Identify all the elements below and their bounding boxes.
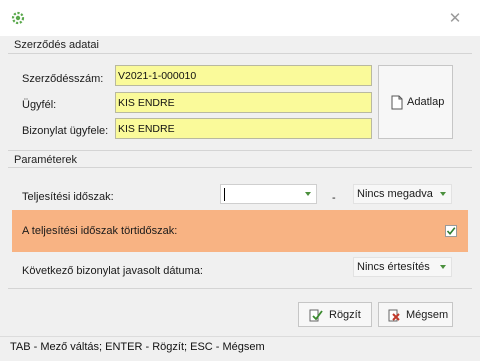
document-icon (391, 95, 403, 110)
contract-number-field[interactable]: V2021-1-000010 (115, 65, 372, 86)
close-icon[interactable]: ✕ (444, 8, 466, 30)
partial-period-label: A teljesítési időszak törtidőszak: (22, 225, 178, 237)
cancel-button-label: Mégsem (406, 309, 449, 321)
client-label: Ügyfél: (22, 99, 57, 111)
period-type-combo[interactable]: Nincs megadva (353, 184, 452, 204)
text-cursor (224, 188, 225, 201)
title-bar: ✕ (0, 0, 480, 36)
save-button[interactable]: Rögzít (298, 302, 372, 327)
status-bar: TAB - Mező váltás; ENTER - Rögzít; ESC -… (0, 336, 480, 361)
cancel-button[interactable]: Mégsem (378, 302, 453, 327)
datasheet-button-label: Adatlap (407, 96, 445, 108)
status-bar-text: TAB - Mező váltás; ENTER - Rögzít; ESC -… (10, 341, 265, 353)
contract-section-header: Szerződés adatai (8, 36, 472, 54)
chevron-down-icon (440, 192, 446, 196)
parameters-section-header: Paraméterek (8, 150, 472, 168)
chevron-down-icon (440, 265, 446, 269)
period-combo[interactable] (220, 184, 317, 204)
save-check-icon (309, 309, 323, 322)
document-client-label: Bizonylat ügyfele: (22, 125, 109, 137)
next-date-combo[interactable]: Nincs értesítés (353, 257, 452, 277)
next-date-value: Nincs értesítés (357, 261, 430, 273)
period-type-value: Nincs megadva (357, 188, 433, 200)
partial-period-row: A teljesítési időszak törtidőszak: (12, 210, 468, 252)
chevron-down-icon (305, 192, 311, 196)
partial-period-checkbox[interactable] (445, 225, 457, 237)
datasheet-button[interactable]: Adatlap (378, 65, 453, 139)
parameters-section-title: Paraméterek (14, 154, 77, 166)
next-date-label: Következő bizonylat javasolt dátuma: (22, 265, 203, 277)
period-separator: - (332, 192, 336, 204)
save-button-label: Rögzít (329, 309, 361, 321)
cancel-x-icon (388, 309, 400, 322)
contract-section-title: Szerződés adatai (14, 39, 99, 51)
gear-icon (11, 11, 25, 25)
button-divider (8, 288, 472, 289)
period-label: Teljesítési időszak: (22, 191, 114, 203)
dialog-body: Szerződés adatai Szerződésszám: V2021-1-… (8, 36, 472, 336)
document-client-field[interactable]: KIS ENDRE (115, 118, 372, 139)
contract-number-label: Szerződésszám: (22, 73, 104, 85)
client-field[interactable]: KIS ENDRE (115, 92, 372, 113)
